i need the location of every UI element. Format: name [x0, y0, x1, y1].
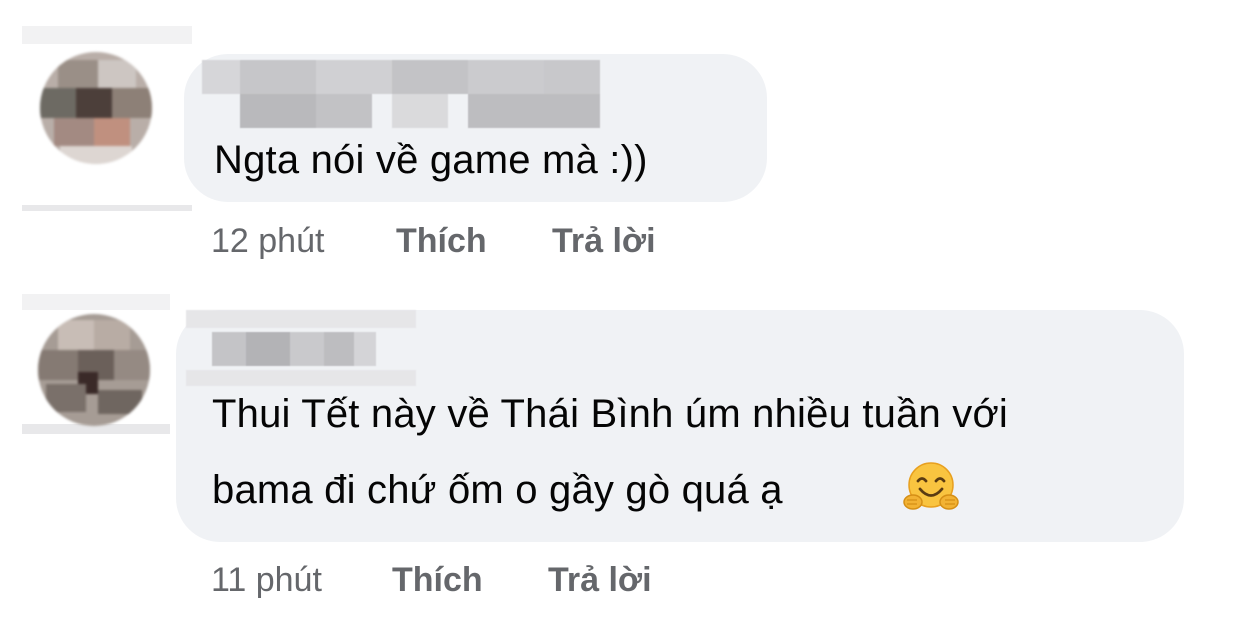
comment-timestamp[interactable]: 12 phút — [211, 222, 324, 261]
avatar-frame-top — [22, 26, 192, 44]
avatar[interactable] — [40, 52, 152, 164]
author-name-blurred[interactable] — [186, 310, 416, 386]
reply-button[interactable]: Trả lời — [552, 222, 656, 261]
avatar[interactable] — [38, 314, 150, 426]
like-button[interactable]: Thích — [396, 222, 487, 261]
comment-text: Ngta nói về game mà :)) — [214, 138, 648, 182]
author-name-blurred[interactable] — [202, 60, 642, 130]
avatar-frame-top — [22, 294, 170, 310]
comment-text-line-1: Thui Tết này về Thái Bình úm nhiều tuần … — [212, 392, 1009, 436]
comment-bubble: Thui Tết này về Thái Bình úm nhiều tuần … — [176, 310, 1184, 542]
hugging-face-emoji-icon — [903, 462, 959, 510]
comment-text-line-2: bama đi chứ ốm o gầy gò quá ạ — [212, 468, 783, 512]
avatar-frame-bottom — [22, 205, 192, 211]
reply-button[interactable]: Trả lời — [548, 561, 652, 600]
comment-timestamp[interactable]: 11 phút — [211, 561, 322, 600]
like-button[interactable]: Thích — [392, 561, 483, 600]
comment-bubble: Ngta nói về game mà :)) — [184, 54, 767, 202]
